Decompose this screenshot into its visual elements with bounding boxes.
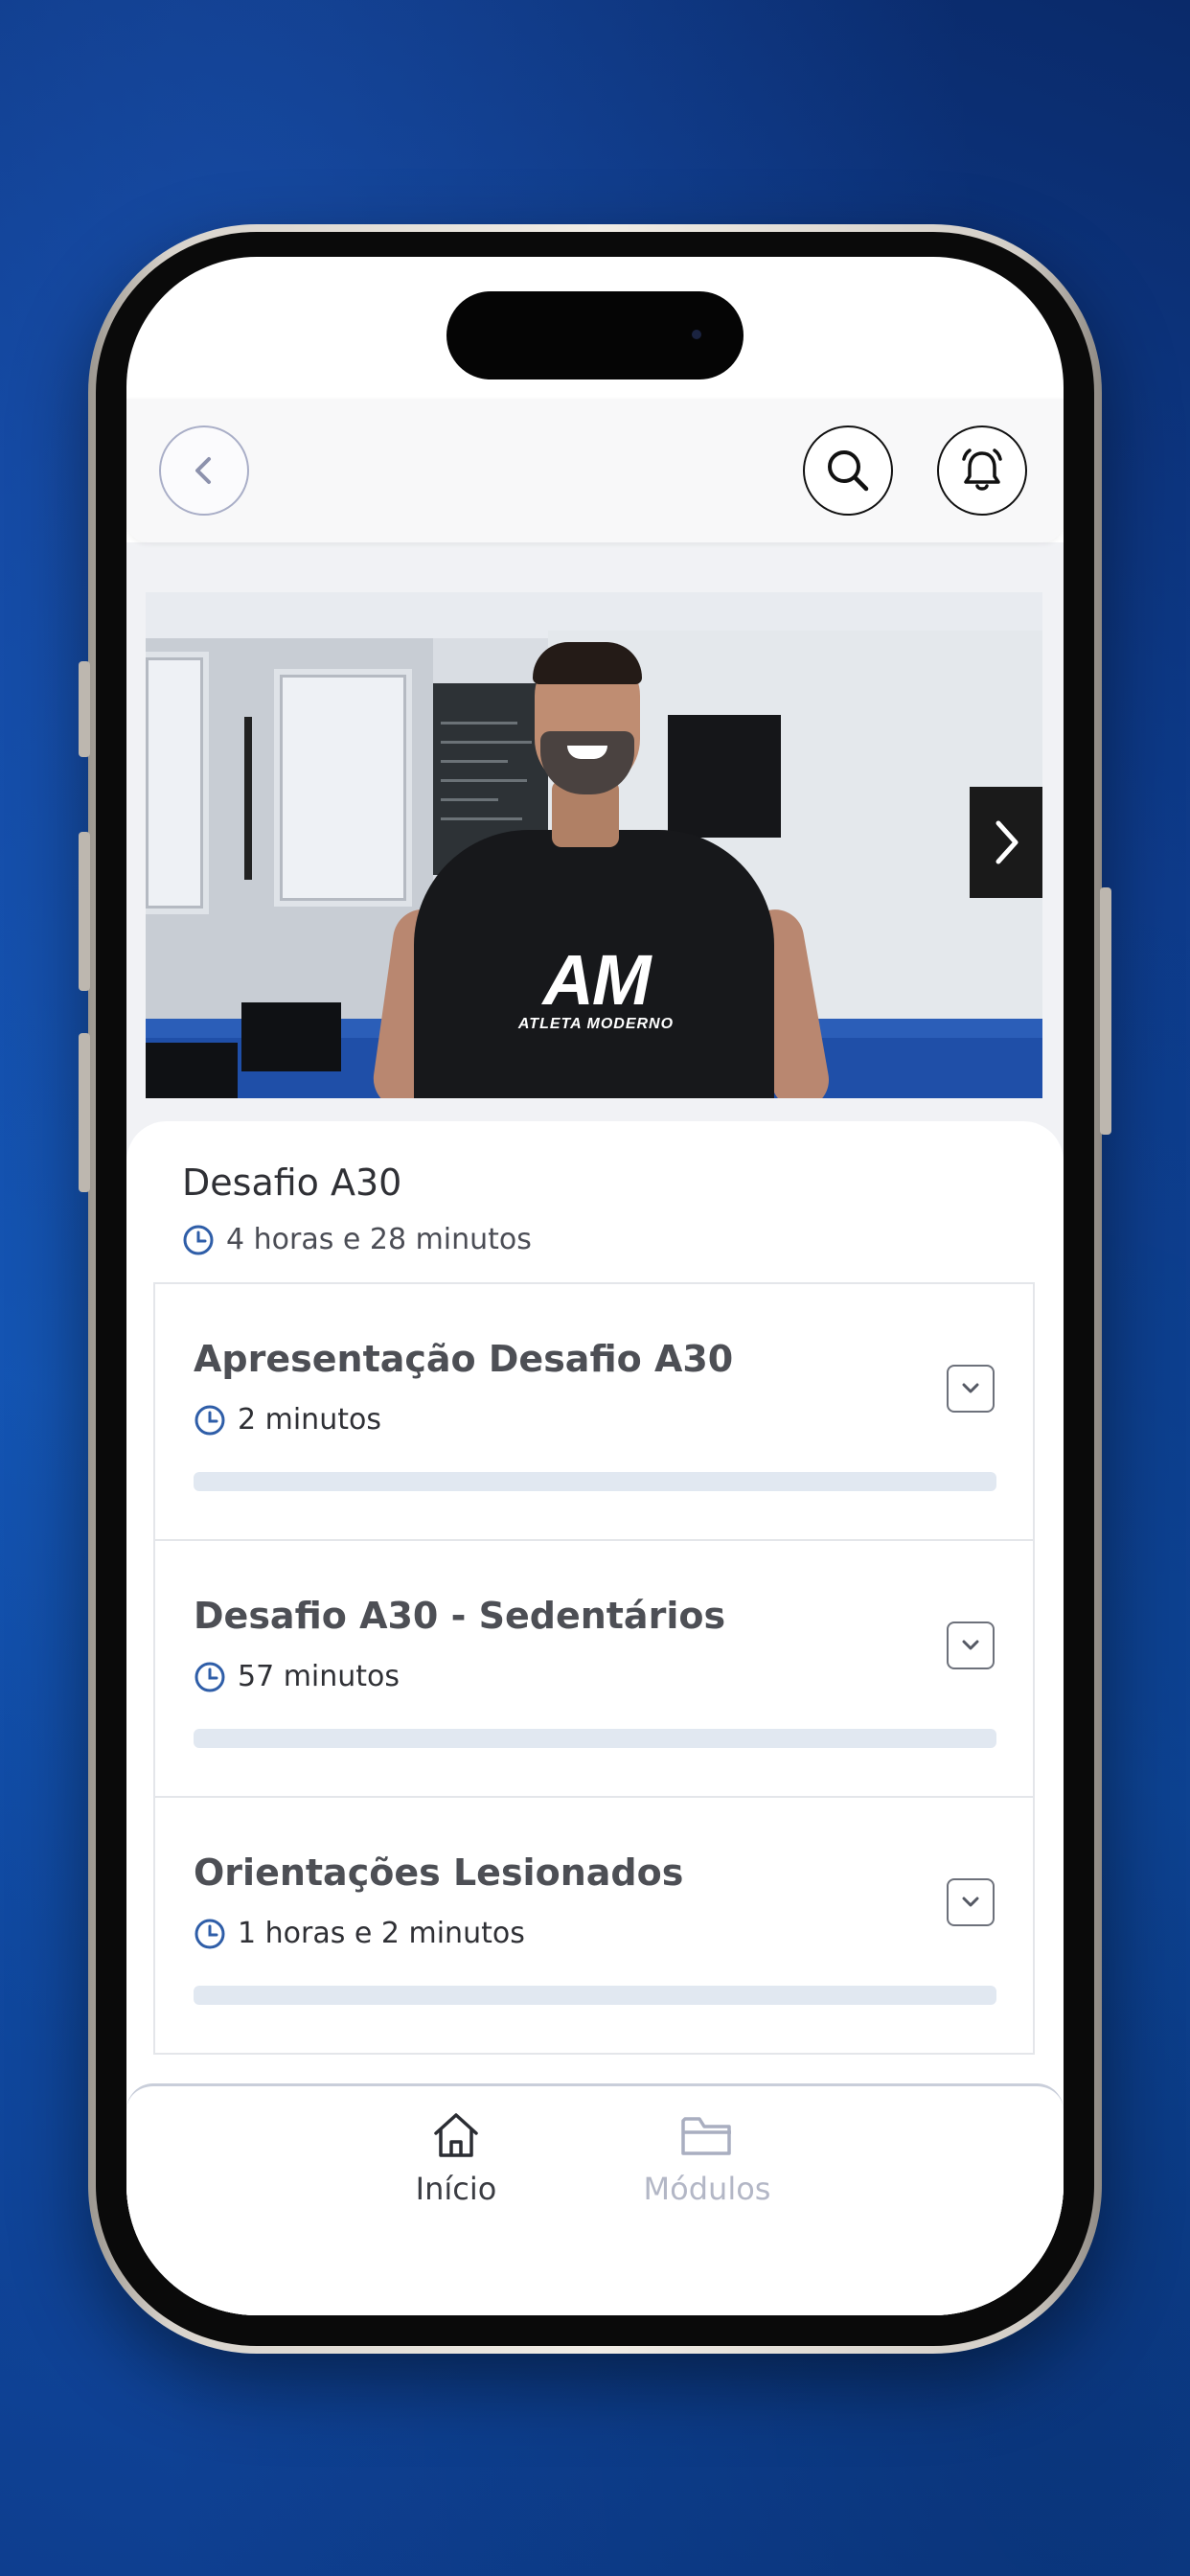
module-list: Apresentação Desafio A30 2 minutos Desaf… <box>153 1282 1035 2055</box>
module-expand-button[interactable] <box>947 1622 995 1669</box>
video-next-button[interactable] <box>970 787 1042 898</box>
module-progress-bar <box>194 1986 996 2005</box>
phone-power-button <box>1100 887 1111 1135</box>
video-scene-suspension-strap <box>244 717 252 880</box>
phone-volume-down-button <box>79 1033 90 1192</box>
app-screen: AM ATLETA MODERNO Desafio A30 4 horas e … <box>126 257 1064 2315</box>
nav-modules[interactable]: Módulos <box>621 2107 793 2207</box>
module-duration-text: 1 horas e 2 minutos <box>238 1917 525 1950</box>
nav-home-label: Início <box>415 2171 497 2207</box>
nav-modules-label: Módulos <box>643 2171 771 2207</box>
module-expand-button[interactable] <box>947 1365 995 1413</box>
module-item[interactable]: Apresentação Desafio A30 2 minutos <box>153 1282 1035 1541</box>
video-player[interactable]: AM ATLETA MODERNO <box>146 592 1042 1098</box>
chevron-left-icon <box>195 457 211 484</box>
video-scene-window <box>146 652 209 914</box>
module-item[interactable]: Orientações Lesionados 1 horas e 2 minut… <box>153 1796 1035 2055</box>
module-item[interactable]: Desafio A30 - Sedentários 57 minutos <box>153 1539 1035 1798</box>
chevron-down-icon <box>962 1897 979 1907</box>
module-duration: 1 horas e 2 minutos <box>194 1917 525 1950</box>
module-title: Orientações Lesionados <box>194 1852 684 1894</box>
module-title: Apresentação Desafio A30 <box>194 1338 734 1380</box>
course-title: Desafio A30 <box>182 1162 402 1204</box>
search-icon <box>828 450 869 492</box>
front-camera <box>692 330 701 339</box>
chevron-down-icon <box>962 1383 979 1393</box>
folder-icon <box>681 2117 731 2155</box>
module-duration-text: 57 minutos <box>238 1660 400 1693</box>
shirt-logo: AM ATLETA MODERNO <box>517 940 675 1033</box>
top-bar <box>126 399 1064 542</box>
course-duration: 4 horas e 28 minutos <box>182 1223 532 1256</box>
chevron-down-icon <box>962 1640 979 1650</box>
bottom-navigation: Início Módulos <box>126 2083 1064 2315</box>
dynamic-island <box>446 291 744 380</box>
clock-icon <box>195 1405 225 1435</box>
clock-icon <box>195 1919 225 1948</box>
clock-icon <box>195 1662 225 1691</box>
module-duration: 57 minutos <box>194 1660 400 1693</box>
video-scene-tv <box>668 715 781 838</box>
home-icon <box>434 2113 478 2157</box>
video-scene-step-box <box>241 1002 341 1071</box>
notifications-button[interactable] <box>937 426 1027 516</box>
phone-volume-up-button <box>79 832 90 991</box>
module-expand-button[interactable] <box>947 1878 995 1926</box>
phone-action-button <box>79 661 90 757</box>
module-title: Desafio A30 - Sedentários <box>194 1595 726 1637</box>
clock-icon <box>183 1225 214 1254</box>
module-progress-bar <box>194 1729 996 1748</box>
bell-icon <box>962 448 1002 491</box>
module-duration-text: 2 minutos <box>238 1403 381 1437</box>
chevron-right-icon <box>995 820 1018 864</box>
course-duration-text: 4 horas e 28 minutos <box>226 1223 532 1256</box>
module-progress-bar <box>194 1472 996 1491</box>
video-scene-window <box>274 669 412 907</box>
nav-home[interactable]: Início <box>370 2107 542 2207</box>
back-button[interactable] <box>159 426 249 516</box>
search-button[interactable] <box>803 426 893 516</box>
module-duration: 2 minutos <box>194 1403 381 1437</box>
video-scene-step-box <box>146 1043 238 1098</box>
